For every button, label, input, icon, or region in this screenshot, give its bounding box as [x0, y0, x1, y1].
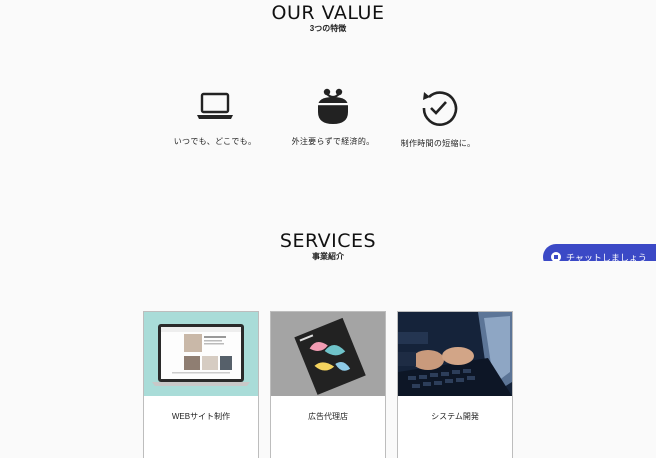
- laptop-icon: [197, 92, 233, 119]
- laptop-website-photo: [144, 312, 258, 396]
- value-label: 外注要らずで経済的。: [291, 137, 375, 146]
- clock-check-icon: [422, 91, 458, 126]
- card-label: システム開発: [431, 412, 479, 421]
- value-label: 制作時間の短縮に。: [400, 139, 476, 148]
- chat-button[interactable]: チャットしましょう: [543, 244, 656, 263]
- chat-bubble-icon: [551, 252, 561, 261]
- card-label: WEBサイト制作: [171, 412, 231, 421]
- service-card-web[interactable]: WEBサイト制作: [143, 311, 259, 458]
- coin-purse-icon: [318, 88, 348, 124]
- value-item-anywhere: いつでも、どこでも。: [155, 90, 275, 147]
- value-item-time-saving: 制作時間の短縮に。: [378, 88, 498, 149]
- typing-keyboard-photo: [398, 312, 512, 396]
- service-card-advertising[interactable]: 広告代理店: [270, 311, 386, 458]
- value-label: いつでも、どこでも。: [173, 137, 257, 146]
- value-item-economical: 外注要らずで経済的。: [273, 86, 393, 147]
- service-card-system[interactable]: システム開発: [397, 311, 513, 458]
- our-value-title: OUR VALUE: [271, 2, 385, 24]
- our-value-subtitle: 3つの特徴: [309, 24, 347, 33]
- page: OUR VALUE 3つの特徴 いつでも、どこでも。 外注要らずで経済的。 制作…: [0, 0, 656, 458]
- card-label: 広告代理店: [308, 412, 348, 421]
- chat-label: チャットしましょう: [566, 252, 647, 263]
- brochure-photo: [271, 312, 385, 396]
